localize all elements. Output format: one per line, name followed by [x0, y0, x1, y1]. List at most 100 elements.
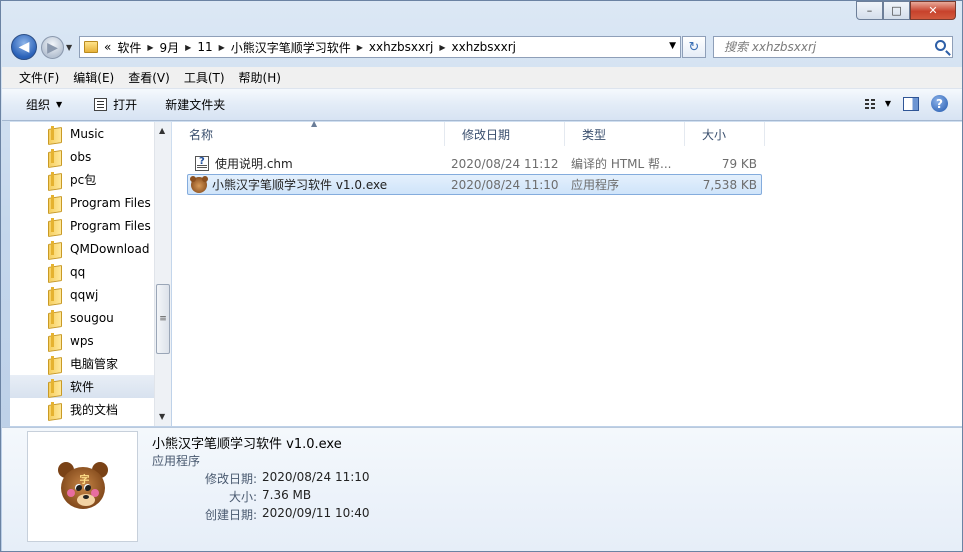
file-size: 79 KB	[721, 156, 757, 171]
tree-item[interactable]: Program Files	[10, 214, 170, 237]
breadcrumb-item[interactable]: 9月	[154, 39, 186, 56]
file-row[interactable]: 使用说明.chm 2020/08/24 11:12 编译的 HTML 帮... …	[187, 153, 762, 174]
search-icon[interactable]	[935, 40, 946, 51]
navigation-pane: Music obs pc包 Program Files Program Files QMD…	[10, 122, 171, 426]
forward-button[interactable]: ▶	[41, 36, 64, 59]
column-header-type[interactable]: 类型	[565, 122, 685, 146]
breadcrumb-item[interactable]: 11	[191, 40, 218, 54]
open-icon	[94, 98, 108, 111]
breadcrumb-item[interactable]: 软件	[111, 39, 147, 56]
help-icon[interactable]: ?	[931, 95, 948, 112]
maximize-button[interactable]: □	[883, 1, 910, 20]
details-pane: 字 小熊汉字笔顺学习软件 v1.0.exe 应用程序 修改日期: 2020/08…	[2, 427, 962, 551]
nav-scrollbar[interactable]: ▲ ≡ ▼	[154, 122, 171, 426]
folder-icon	[48, 332, 62, 349]
details-file-type: 应用程序	[152, 454, 201, 468]
menu-tools[interactable]: 工具(T)	[177, 69, 232, 86]
refresh-button[interactable]: ↻	[682, 36, 706, 58]
new-folder-label: 新建文件夹	[165, 98, 226, 112]
folder-icon	[48, 171, 62, 188]
details-property: 修改日期: 2020/08/24 11:10	[152, 470, 370, 487]
back-button[interactable]: ◀	[11, 34, 37, 60]
tree-item-label: pc包	[70, 173, 97, 187]
file-size: 7,538 KB	[702, 177, 757, 192]
minimize-button[interactable]: –	[856, 1, 883, 20]
tree-item[interactable]: pc包	[10, 168, 170, 191]
folder-icon	[84, 41, 98, 53]
view-controls: ▼ ?	[864, 95, 948, 112]
search-box	[713, 36, 953, 58]
new-folder-button[interactable]: 新建文件夹	[149, 89, 237, 120]
search-input[interactable]	[724, 40, 924, 54]
property-key: 创建日期:	[204, 508, 257, 522]
caption-buttons: – □ ✕	[856, 1, 956, 20]
tree-item[interactable]: Music	[10, 122, 170, 145]
breadcrumb: 软件 ▶ 9月 ▶ 11 ▶ 小熊汉字笔顺学习软件 ▶ xxhzbsxxrj ▶ xxhz…	[111, 39, 522, 56]
tree-item-label: qq	[70, 264, 86, 279]
tree-item[interactable]: 软件	[10, 375, 170, 398]
view-details-icon[interactable]	[864, 98, 879, 110]
breadcrumb-item[interactable]: xxhzbsxxrj	[363, 40, 439, 54]
folder-icon	[48, 401, 62, 418]
open-label: 打开	[113, 98, 138, 112]
bear-app-icon: 字	[57, 461, 108, 512]
tree-item[interactable]: Program Files	[10, 191, 170, 214]
tree-item[interactable]: 电脑管家	[10, 352, 170, 375]
tree-item[interactable]: obs	[10, 145, 170, 168]
column-size-label: 大小	[702, 127, 727, 142]
file-name: 使用说明.chm	[215, 157, 293, 171]
tree-item[interactable]: 我的文档	[10, 398, 170, 421]
column-modified-label: 修改日期	[462, 127, 511, 142]
refresh-icon: ↻	[688, 39, 700, 55]
preview-pane-icon[interactable]	[903, 96, 919, 111]
organize-button[interactable]: 组织 ▼	[2, 89, 74, 120]
folder-icon	[48, 125, 62, 142]
folder-icon	[48, 355, 62, 372]
property-value: 7.36 MB	[262, 488, 312, 502]
sort-ascending-icon: ▲	[311, 119, 318, 128]
menu-view[interactable]: 查看(V)	[121, 69, 177, 86]
tree-item-label: 我的文档	[70, 403, 119, 417]
tree-item-label: sougou	[70, 310, 114, 325]
breadcrumb-item[interactable]: xxhzbsxxrj	[446, 40, 522, 54]
tree-item[interactable]: qq	[10, 260, 170, 283]
file-thumbnail: 字	[27, 431, 138, 542]
recent-pages-dropdown[interactable]: ▼	[66, 43, 72, 52]
property-value: 2020/09/11 10:40	[262, 506, 370, 520]
scroll-up-icon[interactable]: ▲	[159, 126, 165, 135]
close-button[interactable]: ✕	[910, 1, 956, 20]
property-key: 修改日期:	[204, 472, 257, 486]
explorer-window: – □ ✕ ◀ ▶ ▼ « 软件 ▶ 9月 ▶ 11 ▶ 小熊汉字笔顺学习软件 ▶ xx…	[0, 0, 963, 552]
menu-file[interactable]: 文件(F)	[12, 69, 66, 86]
tree-item-label: qqwj	[70, 287, 99, 302]
details-property: 大小: 7.36 MB	[152, 488, 311, 505]
folder-icon	[48, 378, 62, 395]
column-header-modified[interactable]: 修改日期	[445, 122, 565, 146]
breadcrumb-overflow[interactable]: «	[104, 40, 111, 54]
menu-edit[interactable]: 编辑(E)	[66, 69, 121, 86]
tree-item-label: Program Files	[70, 195, 151, 210]
tree-item[interactable]: sougou	[10, 306, 170, 329]
tree-item-label: QMDownload	[70, 241, 150, 256]
property-key: 大小:	[228, 490, 257, 504]
scroll-down-icon[interactable]: ▼	[159, 412, 165, 421]
address-bar[interactable]: « 软件 ▶ 9月 ▶ 11 ▶ 小熊汉字笔顺学习软件 ▶ xxhzbsxxrj ▶ xx…	[79, 36, 681, 58]
tree-item[interactable]: wps	[10, 329, 170, 352]
column-header-size[interactable]: 大小	[685, 122, 765, 146]
details-file-name: 小熊汉字笔顺学习软件 v1.0.exe	[152, 437, 342, 452]
tree-item[interactable]: qqwj	[10, 283, 170, 306]
column-header-name[interactable]: 名称 ▲	[172, 119, 445, 146]
command-bar: 组织 ▼ 打开 新建文件夹 ▼ ?	[2, 89, 962, 121]
scroll-thumb[interactable]: ≡	[156, 284, 170, 354]
tree-item-label: obs	[70, 149, 92, 164]
menu-help[interactable]: 帮助(H)	[232, 69, 288, 86]
chevron-down-icon[interactable]: ▼	[669, 41, 676, 51]
folder-icon	[48, 286, 62, 303]
file-type: 应用程序	[571, 178, 620, 192]
menu-bar: 文件(F) 编辑(E) 查看(V) 工具(T) 帮助(H)	[2, 67, 962, 89]
chevron-down-icon[interactable]: ▼	[885, 99, 891, 108]
tree-item[interactable]: QMDownload	[10, 237, 170, 260]
breadcrumb-item[interactable]: 小熊汉字笔顺学习软件	[225, 39, 357, 56]
file-row-selected[interactable]: 小熊汉字笔顺学习软件 v1.0.exe 2020/08/24 11:10 应用程…	[187, 174, 762, 195]
open-button[interactable]: 打开	[74, 89, 149, 120]
